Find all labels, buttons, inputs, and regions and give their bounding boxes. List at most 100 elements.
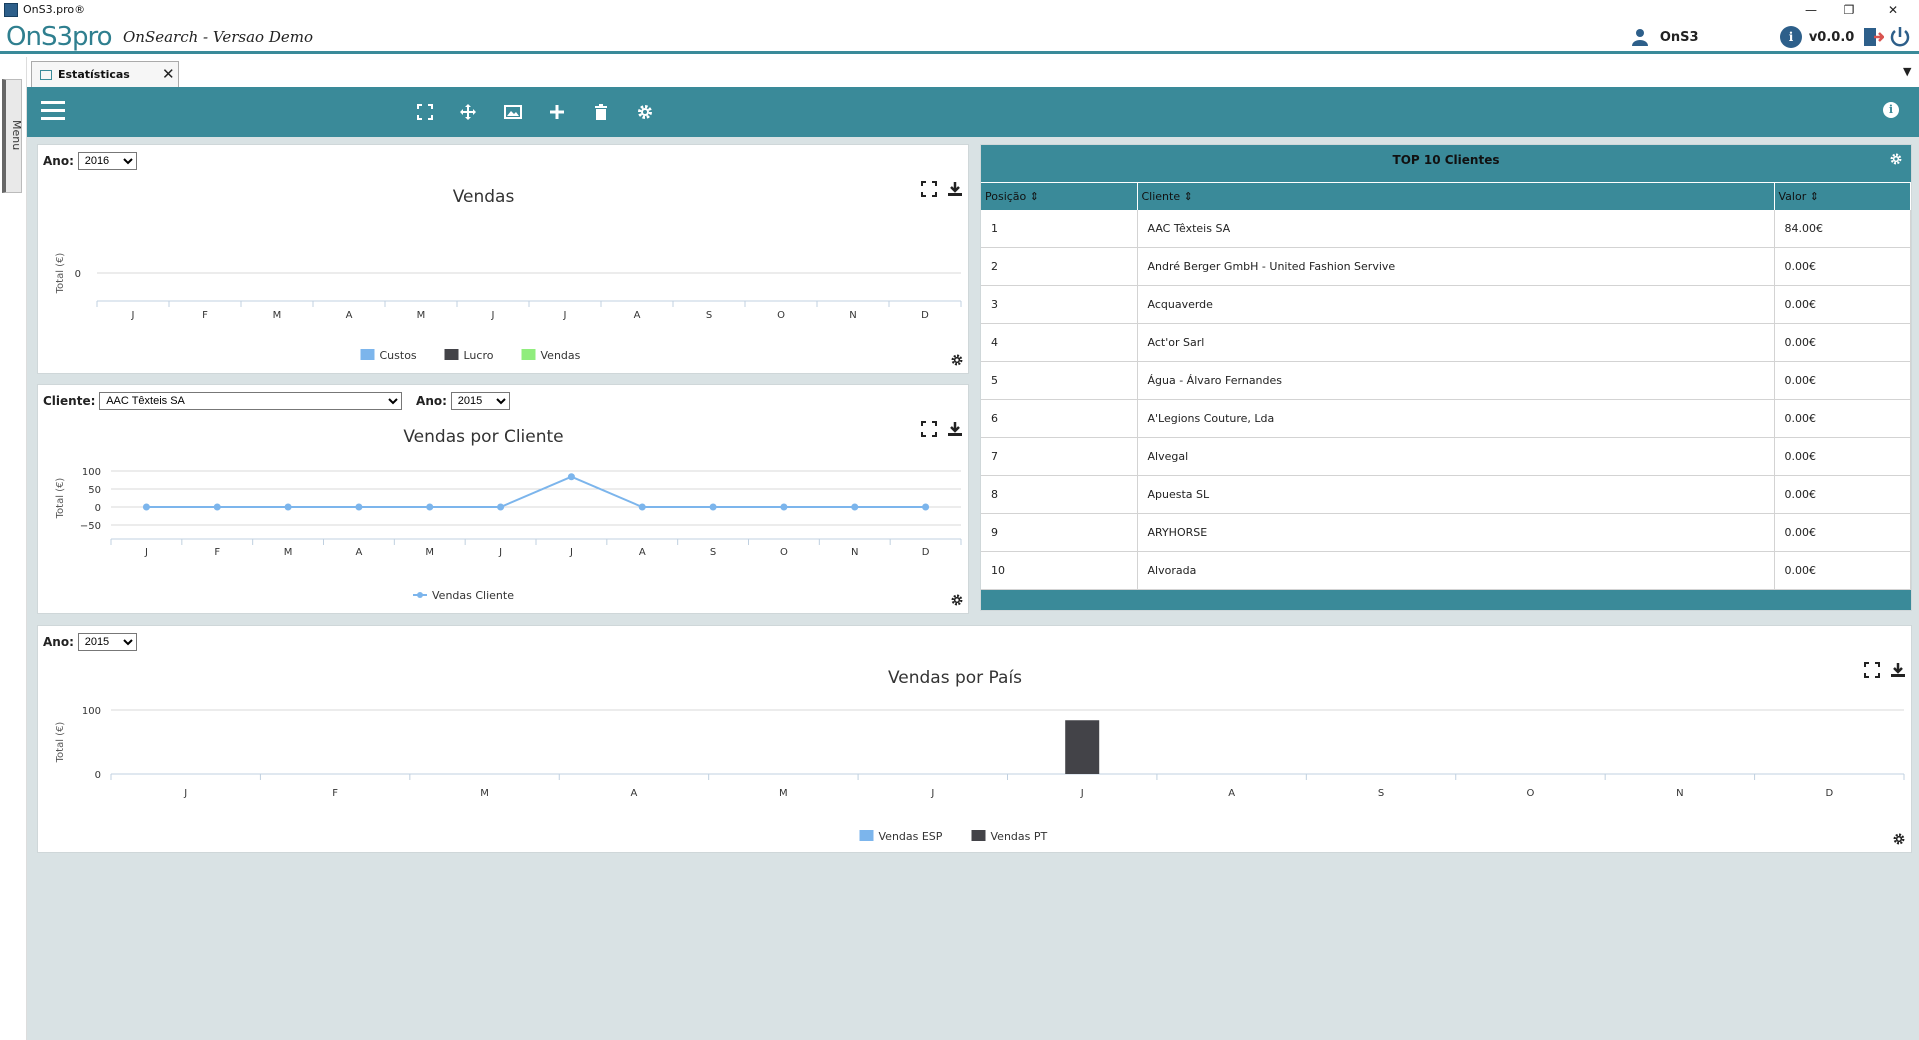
cell-valor: 0.00€ [1774, 437, 1911, 476]
cell-valor: 0.00€ [1774, 361, 1911, 400]
column-header-cliente[interactable]: Cliente ⇕ [1137, 182, 1775, 210]
legend-swatch [971, 830, 986, 841]
cell-cliente: ARYHORSE [1137, 513, 1775, 552]
data-point [426, 503, 434, 511]
cell-cliente: Act'or Sarl [1137, 323, 1775, 362]
fullscreen-chart-icon[interactable] [921, 181, 937, 197]
legend-label: Vendas ESP [879, 830, 943, 843]
legend-swatch [360, 349, 375, 360]
table-row[interactable]: 5 Água - Álvaro Fernandes 0.00€ [981, 361, 1911, 400]
table-row[interactable]: 1 AAC Têxteis SA 84.00€ [981, 209, 1911, 248]
app-header: OnS3pro OnSearch - Versao Demo OnS3 i v0… [0, 20, 1919, 54]
download-icon[interactable] [1890, 662, 1906, 678]
x-tick-label: A [631, 788, 638, 799]
tab-estatisticas[interactable]: Estatísticas ✕ [31, 61, 179, 87]
download-icon[interactable] [947, 421, 963, 437]
x-tick-label: D [921, 310, 929, 321]
table-row[interactable]: 7 Alvegal 0.00€ [981, 437, 1911, 476]
cliente-select[interactable]: AAC Têxteis SA [99, 392, 403, 410]
x-tick-label: A [639, 547, 646, 558]
trash-icon[interactable] [592, 103, 610, 121]
cell-cliente: AAC Têxteis SA [1137, 209, 1775, 248]
version-label: v0.0.0 [1808, 29, 1855, 45]
cell-cliente: Apuesta SL [1137, 475, 1775, 514]
top10-clientes-panel: TOP 10 Clientes Posição ⇕ Cliente ⇕ Valo… [980, 144, 1912, 611]
x-tick-label: J [498, 547, 502, 558]
image-icon[interactable] [504, 103, 522, 121]
legend-label: Vendas [541, 349, 581, 362]
x-tick-label: J [144, 547, 148, 558]
cell-valor: 0.00€ [1774, 285, 1911, 324]
table-row[interactable]: 9 ARYHORSE 0.00€ [981, 513, 1911, 552]
tab-list-dropdown-icon[interactable]: ▼ [1903, 65, 1911, 78]
top10-footer [981, 590, 1911, 610]
close-tab-button[interactable]: ✕ [162, 65, 175, 83]
x-tick-label: N [849, 310, 856, 321]
x-tick-label: M [480, 788, 489, 799]
x-tick-label: J [491, 310, 495, 321]
table-row[interactable]: 8 Apuesta SL 0.00€ [981, 475, 1911, 514]
app-subtitle: OnSearch - Versao Demo [123, 28, 313, 46]
bar [1065, 720, 1100, 774]
power-icon[interactable] [1888, 25, 1912, 49]
user-menu[interactable]: OnS3 [1632, 28, 1699, 48]
cell-valor: 0.00€ [1774, 475, 1911, 514]
x-tick-label: J [563, 310, 567, 321]
data-point [213, 503, 221, 511]
x-tick-label: A [346, 310, 353, 321]
x-tick-label: S [706, 310, 712, 321]
hamburger-menu-icon[interactable] [41, 101, 65, 121]
cell-pos: 1 [981, 209, 1138, 248]
column-header-valor[interactable]: Valor ⇕ [1774, 182, 1911, 210]
chart-settings-icon[interactable] [950, 593, 964, 607]
fullscreen-icon[interactable] [416, 103, 434, 121]
top10-table: Posição ⇕ Cliente ⇕ Valor ⇕ 1 AAC Têxteis… [981, 182, 1911, 590]
restore-button[interactable]: ❐ [1826, 0, 1872, 20]
x-tick-label: S [710, 547, 716, 558]
download-icon[interactable] [947, 181, 963, 197]
fullscreen-chart-icon[interactable] [921, 421, 937, 437]
chart-settings-icon[interactable] [950, 353, 964, 367]
top10-title: TOP 10 Clientes [1392, 153, 1500, 167]
data-point [780, 503, 788, 511]
ano-select[interactable]: 2015 [77, 633, 137, 651]
table-row[interactable]: 3 Acquaverde 0.00€ [981, 285, 1911, 324]
y-tick-label: 0 [75, 269, 81, 280]
ano-select[interactable]: 2015 [450, 392, 510, 410]
x-tick-label: F [214, 547, 220, 558]
version-info[interactable]: i v0.0.0 [1780, 26, 1854, 48]
window-title: OnS3.pro® [23, 3, 86, 16]
data-point [851, 503, 859, 511]
table-settings-icon[interactable] [1889, 152, 1903, 166]
cell-pos: 10 [981, 551, 1138, 590]
cliente-label: Cliente: [43, 394, 96, 408]
vendas-pais-chart: 100 0 Total (€) J F M A M J J A S O N D Vendas ESP Venda… [55, 706, 1905, 843]
logout-icon[interactable] [1862, 26, 1884, 48]
table-row[interactable]: 2 André Berger GmbH - United Fashion Serv… [981, 247, 1911, 286]
table-row[interactable]: 6 A'Legions Couture, Lda 0.00€ [981, 399, 1911, 438]
ano-label: Ano: [43, 154, 74, 168]
table-row[interactable]: 4 Act'or Sarl 0.00€ [981, 323, 1911, 362]
x-tick-label: O [777, 310, 785, 321]
x-tick-label: N [851, 547, 858, 558]
menu-toggle[interactable]: Menu [2, 79, 23, 193]
info-icon[interactable]: i [1883, 102, 1899, 118]
chart-settings-icon[interactable] [1892, 832, 1906, 846]
table-row[interactable]: 10 Alvorada 0.00€ [981, 551, 1911, 590]
settings-gear-icon[interactable] [636, 103, 654, 121]
cell-cliente: Água - Álvaro Fernandes [1137, 361, 1775, 400]
x-tick-label: M [417, 310, 426, 321]
add-icon[interactable] [548, 103, 566, 121]
data-point [638, 503, 646, 511]
column-header-posicao[interactable]: Posição ⇕ [981, 182, 1138, 210]
close-window-button[interactable]: ✕ [1870, 0, 1916, 20]
ano-select[interactable]: 2016 [77, 152, 137, 170]
y-tick-label: 100 [82, 706, 101, 717]
vendas-panel: Ano: 2016 Vendas 0 Total (€) J F M A M J J A S O N D C… [37, 144, 969, 374]
fullscreen-chart-icon[interactable] [1864, 662, 1880, 678]
cell-valor: 0.00€ [1774, 551, 1911, 590]
tab-label: Estatísticas [58, 68, 130, 81]
x-tick-label: J [930, 788, 934, 799]
x-tick-label: F [202, 310, 208, 321]
move-icon[interactable] [459, 103, 477, 121]
